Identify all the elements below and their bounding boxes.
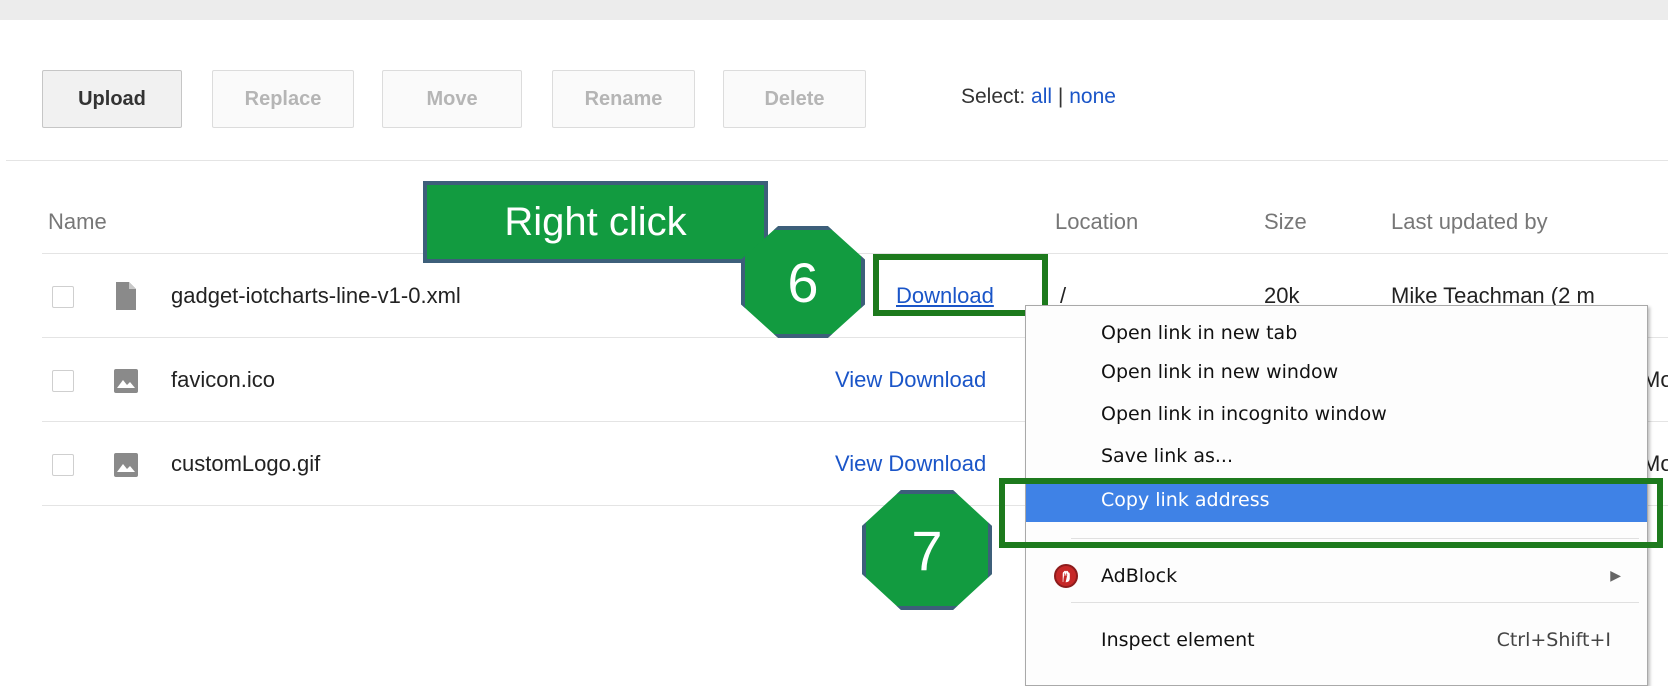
step-6-text: 6 (787, 250, 819, 314)
file-name[interactable]: customLogo.gif (171, 451, 320, 477)
column-header-size[interactable]: Size (1264, 209, 1307, 235)
step-7-text: 7 (911, 518, 943, 582)
upload-button-label: Upload (78, 87, 146, 110)
menu-item-open-new-window[interactable]: Open link in new window (1026, 354, 1647, 390)
file-name[interactable]: favicon.ico (171, 367, 275, 393)
menu-item-label: AdBlock (1101, 565, 1178, 587)
menu-item-label: Open link in new window (1101, 361, 1339, 383)
right-click-callout: Right click (423, 181, 768, 263)
delete-button[interactable]: Delete (723, 70, 866, 128)
menu-item-label: Open link in new tab (1101, 322, 1298, 344)
toolbar-divider (6, 160, 1668, 161)
menu-item-label: Inspect element (1101, 629, 1255, 651)
view-download-links[interactable]: View Download (835, 451, 986, 477)
column-header-location[interactable]: Location (1055, 209, 1138, 235)
step-7-marker: 7 (862, 490, 992, 610)
delete-button-label: Delete (764, 87, 825, 110)
document-icon (116, 282, 136, 310)
menu-item-open-incognito[interactable]: Open link in incognito window (1026, 396, 1647, 432)
rename-button-label: Rename (584, 87, 663, 110)
menu-item-save-link-as[interactable]: Save link as... (1026, 438, 1647, 474)
menu-item-adblock[interactable]: AdBlock ▶ (1026, 558, 1647, 594)
image-icon (114, 369, 138, 393)
row-checkbox[interactable] (52, 286, 74, 308)
select-none-link[interactable]: none (1069, 85, 1116, 108)
column-header-name[interactable]: Name (48, 209, 107, 235)
menu-item-shortcut: Ctrl+Shift+I (1496, 629, 1611, 651)
submenu-arrow-icon: ▶ (1610, 568, 1621, 584)
row-checkbox[interactable] (52, 454, 74, 476)
move-button[interactable]: Move (382, 70, 522, 128)
row-checkbox[interactable] (52, 370, 74, 392)
select-label: Select: (961, 85, 1026, 108)
menu-item-inspect-element[interactable]: Inspect element Ctrl+Shift+I (1026, 622, 1647, 658)
menu-separator (1071, 602, 1639, 603)
menu-item-open-new-tab[interactable]: Open link in new tab (1026, 315, 1647, 351)
menu-item-label: Open link in incognito window (1101, 403, 1387, 425)
right-click-callout-text: Right click (504, 199, 687, 244)
view-download-links[interactable]: View Download (835, 367, 986, 393)
select-all-link[interactable]: all (1031, 85, 1052, 108)
replace-button[interactable]: Replace (212, 70, 354, 128)
download-link-highlight (873, 254, 1048, 316)
menu-item-label: Save link as... (1101, 445, 1233, 467)
top-bar (0, 0, 1668, 20)
file-name[interactable]: gadget-iotcharts-line-v1-0.xml (171, 283, 461, 309)
image-icon (114, 453, 138, 477)
replace-button-label: Replace (244, 87, 322, 110)
select-controls: Select: all | none (961, 85, 1116, 109)
move-button-label: Move (426, 87, 478, 110)
select-separator: | (1057, 85, 1064, 108)
adblock-icon (1054, 564, 1078, 588)
rename-button[interactable]: Rename (552, 70, 695, 128)
upload-button[interactable]: Upload (42, 70, 182, 128)
column-header-last-updated-by[interactable]: Last updated by (1391, 209, 1548, 235)
copy-link-highlight (999, 478, 1663, 548)
